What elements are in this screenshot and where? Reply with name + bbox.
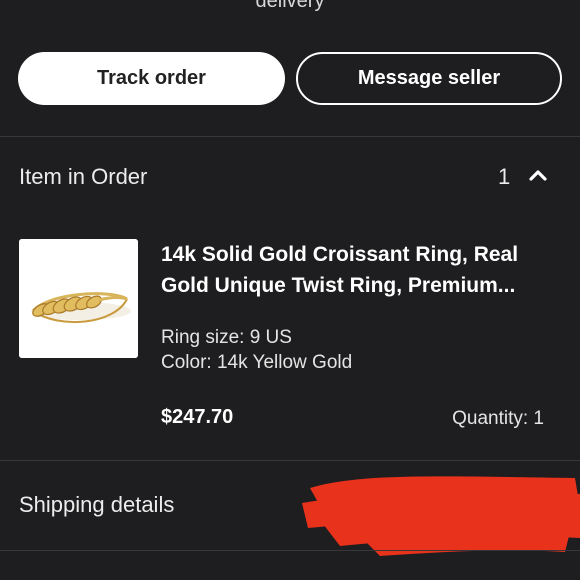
shipping-details-heading[interactable]: Shipping details [19,492,174,518]
redaction-scribble [302,476,580,556]
divider [0,136,580,137]
item-thumbnail[interactable] [19,239,138,358]
item-quantity: Quantity: 1 [452,408,544,429]
item-in-order-heading: Item in Order [19,164,148,189]
item-title-line-1: 14k Solid Gold Croissant Ring, Real [161,243,519,266]
track-order-button[interactable]: Track order [18,52,285,105]
item-price: $247.70 [161,406,234,428]
item-count: 1 [498,164,511,189]
item-title[interactable]: 14k Solid Gold Croissant Ring, Real Gold… [161,239,551,301]
message-seller-button[interactable]: Message seller [296,52,562,105]
delivery-status-text: delivery [255,0,325,12]
order-details-screen: delivery Track order Message seller Item… [0,0,580,580]
divider [0,460,580,461]
chevron-up-icon[interactable] [528,168,548,182]
gold-twist-ring-image [19,239,138,358]
color-attribute: Color: 14k Yellow Gold [161,352,353,373]
ring-size-attribute: Ring size: 9 US [161,327,292,348]
item-title-line-2: Gold Unique Twist Ring, Premium... [161,274,516,297]
divider [0,550,580,551]
